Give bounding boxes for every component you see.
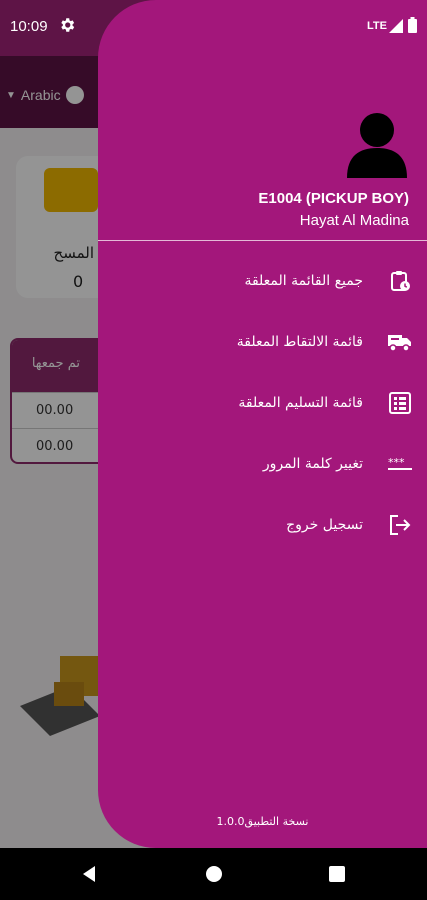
svg-text:***: *** <box>388 457 405 469</box>
menu-logout[interactable]: تسجيل خروج <box>113 504 413 546</box>
menu-change-password[interactable]: *** تغيير كلمة المرور <box>113 443 413 485</box>
menu-label: قائمة التسليم المعلقة <box>238 395 363 411</box>
clipboard-clock-icon <box>387 268 413 294</box>
menu-label: قائمة الالتقاط المعلقة <box>236 334 363 350</box>
menu-label: تسجيل خروج <box>286 517 363 533</box>
gear-icon <box>61 18 75 32</box>
menu-label: جميع القائمة المعلقة <box>244 273 363 289</box>
signal-icon <box>389 19 403 33</box>
list-icon <box>387 390 413 416</box>
status-time: 10:09 <box>10 18 48 35</box>
truck-icon <box>387 329 413 355</box>
password-icon: *** <box>387 451 413 477</box>
navigation-drawer: LTE E1004 (PICKUP BOY) Hayat Al Madina ج… <box>98 0 427 848</box>
logout-icon <box>387 512 413 538</box>
user-branch: Hayat Al Madina <box>299 212 409 229</box>
avatar-icon <box>347 113 407 178</box>
menu-label: تغيير كلمة المرور <box>262 456 363 472</box>
menu-all-pending[interactable]: جميع القائمة المعلقة <box>113 260 413 302</box>
divider <box>98 240 427 241</box>
battery-icon <box>408 17 417 33</box>
app-version: نسخة التطبيق1.0.0 <box>216 815 309 828</box>
menu-pickup-pending[interactable]: قائمة الالتقاط المعلقة <box>113 321 413 363</box>
menu-delivery-pending[interactable]: قائمة التسليم المعلقة <box>113 382 413 424</box>
network-type: LTE <box>367 20 387 32</box>
user-id: E1004 (PICKUP BOY) <box>258 190 409 207</box>
recents-icon[interactable] <box>327 864 347 884</box>
home-icon[interactable] <box>204 864 224 884</box>
back-icon[interactable] <box>80 864 100 884</box>
system-nav-bar <box>0 848 427 900</box>
